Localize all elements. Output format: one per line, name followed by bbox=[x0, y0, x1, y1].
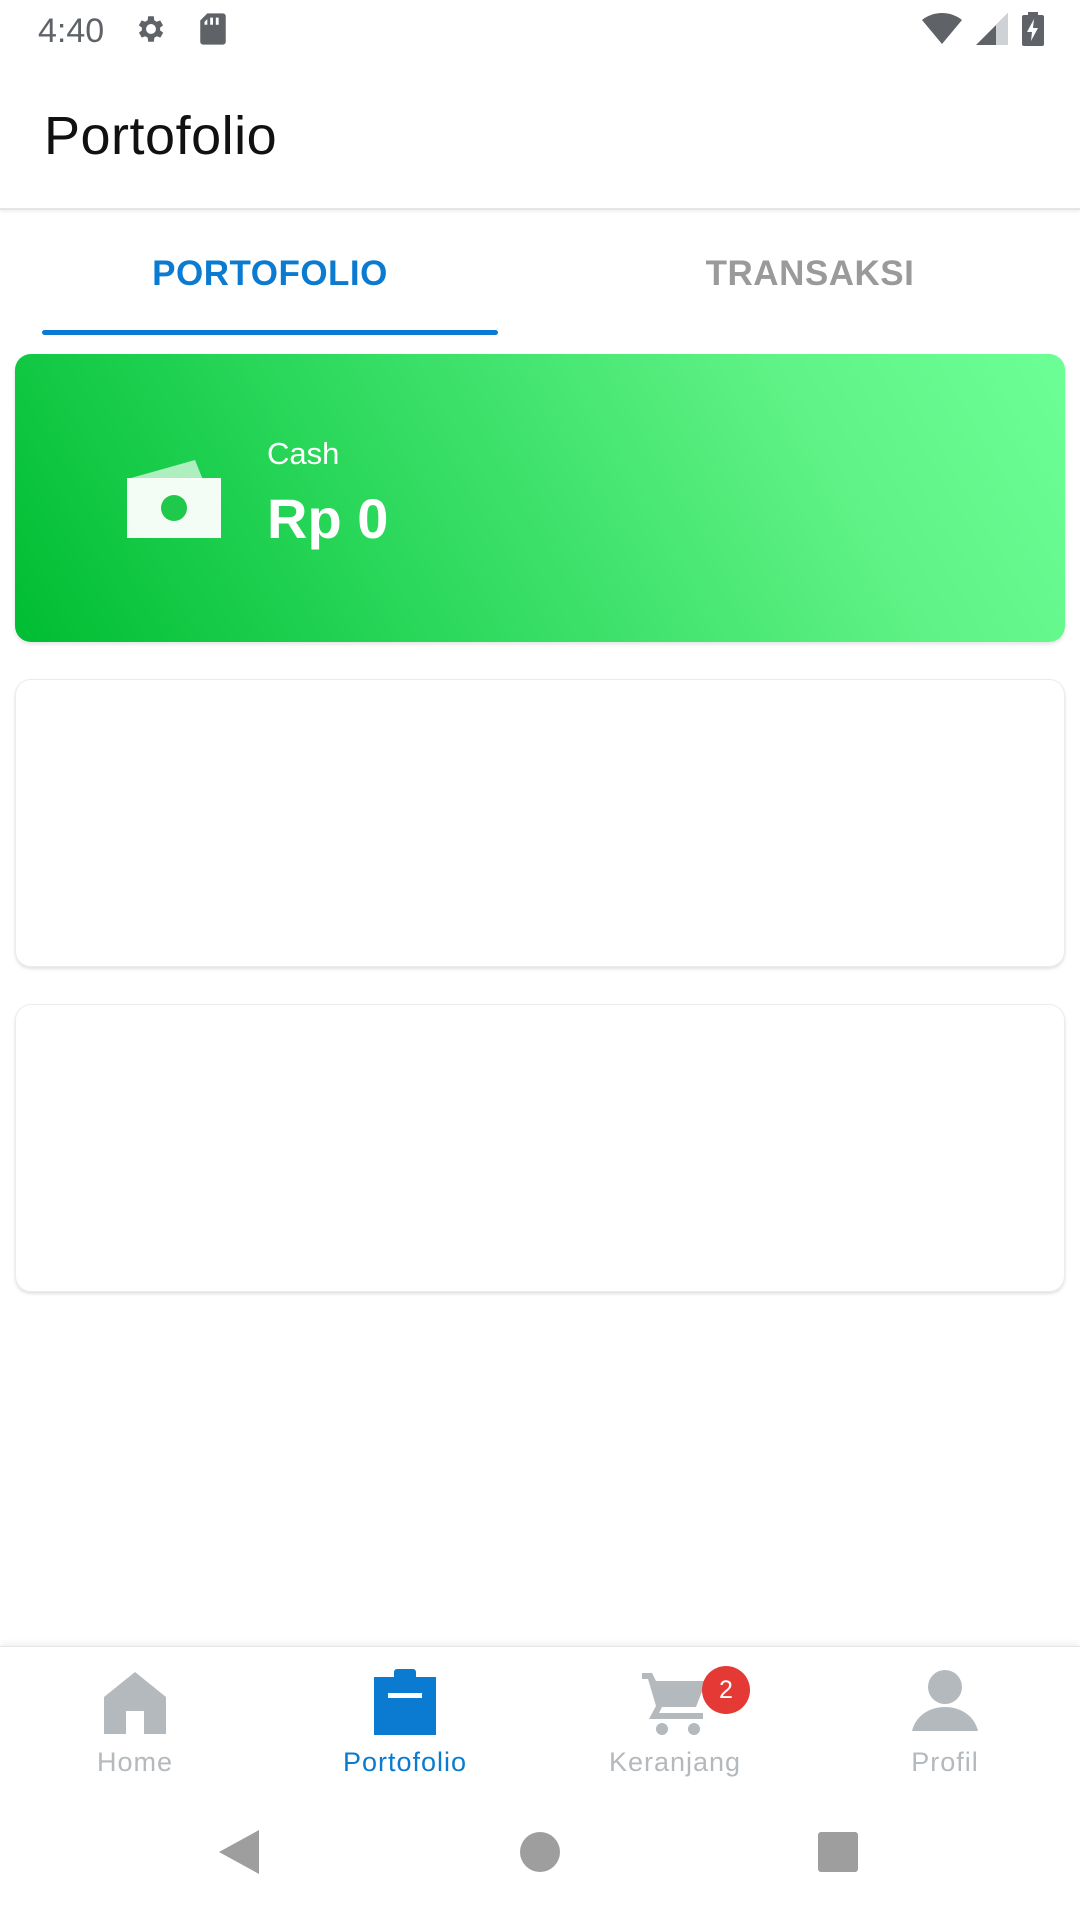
cell-signal-icon bbox=[976, 13, 1008, 50]
cash-wallet-icon bbox=[123, 456, 223, 540]
page-title: Portofolio bbox=[44, 105, 278, 166]
tab-portofolio[interactable]: PORTOFOLIO bbox=[42, 212, 498, 336]
status-left: 4:40 bbox=[38, 12, 228, 51]
person-icon bbox=[910, 1669, 980, 1735]
cart-icon bbox=[640, 1669, 710, 1735]
tab-bar: PORTOFOLIO TRANSAKSI bbox=[0, 212, 1080, 336]
gear-icon bbox=[134, 12, 168, 51]
battery-charging-icon bbox=[1022, 12, 1044, 51]
cart-badge: 2 bbox=[702, 1666, 750, 1714]
status-bar: 4:40 bbox=[0, 0, 1080, 63]
nav-label-keranjang: Keranjang bbox=[608, 1747, 742, 1777]
nav-label-portofolio: Portofolio bbox=[342, 1747, 468, 1777]
cash-card[interactable] bbox=[15, 354, 1065, 642]
bottom-nav: Home Portofolio Keranjang Profil bbox=[0, 1646, 1080, 1788]
recent-apps-icon[interactable] bbox=[808, 1822, 868, 1882]
status-time: 4:40 bbox=[38, 12, 105, 50]
nav-item-profil[interactable]: Profil bbox=[810, 1647, 1080, 1789]
portfolio-card-placeholder bbox=[15, 1004, 1065, 1292]
status-right bbox=[922, 12, 1044, 51]
cash-amount: Rp 0 bbox=[267, 487, 389, 550]
portfolio-card-placeholder bbox=[15, 679, 1065, 967]
nav-item-home[interactable]: Home bbox=[0, 1647, 270, 1789]
wifi-icon bbox=[922, 13, 962, 50]
nav-item-portofolio[interactable]: Portofolio bbox=[270, 1647, 540, 1789]
nav-label-profil: Profil bbox=[911, 1747, 979, 1777]
system-nav-bar bbox=[0, 1788, 1080, 1920]
tab-transaksi[interactable]: TRANSAKSI bbox=[582, 212, 1038, 336]
clipboard-icon bbox=[370, 1669, 440, 1735]
nav-item-keranjang[interactable]: Keranjang bbox=[540, 1647, 810, 1789]
nav-label-home: Home bbox=[96, 1747, 174, 1777]
home-button-icon[interactable] bbox=[510, 1822, 570, 1882]
app-bar: Portofolio bbox=[0, 63, 1080, 210]
home-icon bbox=[100, 1669, 170, 1735]
screen: 4:40 Portofolio PORTOFOLIO TRANSAKSI Cas… bbox=[0, 0, 1080, 1920]
back-icon[interactable] bbox=[211, 1822, 271, 1882]
tab-indicator bbox=[42, 330, 498, 335]
sd-card-icon bbox=[198, 12, 228, 51]
cash-label: Cash bbox=[267, 436, 340, 471]
